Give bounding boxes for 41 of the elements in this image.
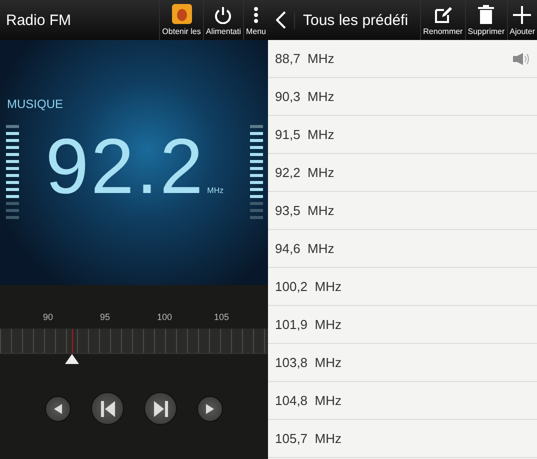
app-icon [172, 4, 192, 24]
preset-item[interactable]: 94,6 MHz [268, 230, 537, 268]
frequency-readout: 92.2 [45, 127, 206, 205]
preset-item[interactable]: 90,3 MHz [268, 78, 537, 116]
genre-label: MUSIQUE [6, 96, 64, 111]
preset-item[interactable]: 88,7 MHz [268, 40, 537, 78]
scale-label: 90 [43, 312, 54, 322]
preset-item[interactable]: 103,8 MHz [268, 344, 537, 382]
preset-item[interactable]: 105,7 MHz [268, 420, 537, 458]
unit-label: MHz [207, 186, 224, 195]
step-back-button[interactable] [45, 396, 71, 422]
plus-icon [513, 6, 532, 24]
trash-icon [478, 5, 494, 24]
preset-item[interactable]: 101,9 MHz [268, 306, 537, 344]
preset-item[interactable]: 91,5 MHz [268, 116, 537, 154]
skip-icon [100, 400, 114, 416]
chevron-left-icon [276, 11, 286, 29]
seek-forward-button[interactable] [144, 392, 177, 425]
menu-icon [252, 6, 259, 24]
toolbar-button[interactable]: Supprimer [464, 0, 507, 40]
preset-item[interactable]: 93,5 MHz [268, 192, 537, 230]
app-title: Radio FM [5, 12, 72, 28]
toolbar-button[interactable]: Ajouter [506, 0, 537, 40]
edit-icon [434, 6, 452, 24]
scale-label: 105 [214, 312, 230, 322]
seek-back-button[interactable] [91, 392, 124, 425]
scale-label: 100 [157, 312, 174, 322]
scale-label: 95 [100, 312, 112, 322]
screen-title: Tous les prédéfi [294, 12, 420, 28]
toolbar-button[interactable]: Renommer [420, 0, 465, 40]
toolbar-button[interactable]: Obtenir les [159, 0, 203, 40]
preset-item[interactable]: 92,2 MHz [268, 154, 537, 192]
triangle-icon [205, 402, 215, 416]
preset-item[interactable]: 104,8 MHz [268, 382, 537, 420]
preset-item[interactable]: 100,2 MHz [268, 268, 537, 306]
signal-meter-icon [6, 125, 19, 221]
power-icon [214, 6, 232, 24]
skip-icon [154, 400, 168, 416]
signal-meter-icon [250, 125, 263, 221]
step-forward-button[interactable] [197, 396, 223, 422]
triangle-icon [53, 402, 63, 416]
